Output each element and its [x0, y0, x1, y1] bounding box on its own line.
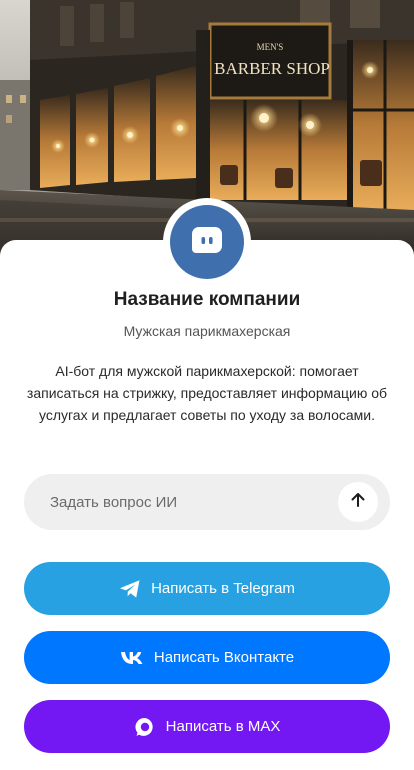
- company-subtitle: Мужская парикмахерская: [123, 323, 291, 339]
- send-button[interactable]: [338, 482, 378, 522]
- telegram-icon: [119, 579, 141, 599]
- company-name: Название компании: [113, 289, 301, 310]
- arrow-up-icon: [349, 491, 367, 514]
- vk-icon: [120, 651, 144, 665]
- vk-button-label: Написать Вконтакте: [153, 649, 295, 666]
- vk-button[interactable]: Написать Вконтакте: [24, 631, 390, 684]
- max-button[interactable]: Написать в MAX: [24, 700, 390, 753]
- avatar-ring: [163, 198, 251, 286]
- bot-description: AI-бот для мужской парикмахерской: помог…: [26, 363, 388, 423]
- max-button-label: Написать в MAX: [165, 718, 281, 735]
- ask-ai-input[interactable]: [48, 492, 338, 512]
- chat-bot-icon: [190, 223, 224, 262]
- hero-sign-small: MEN'S: [257, 42, 284, 52]
- hero-sign-main: BARBER SHOP: [214, 59, 330, 78]
- ask-ai-box: [24, 474, 390, 530]
- max-icon: [134, 716, 156, 738]
- telegram-button-label: Написать в Telegram: [151, 580, 295, 597]
- avatar: [170, 205, 244, 279]
- telegram-button[interactable]: Написать в Telegram: [24, 562, 390, 615]
